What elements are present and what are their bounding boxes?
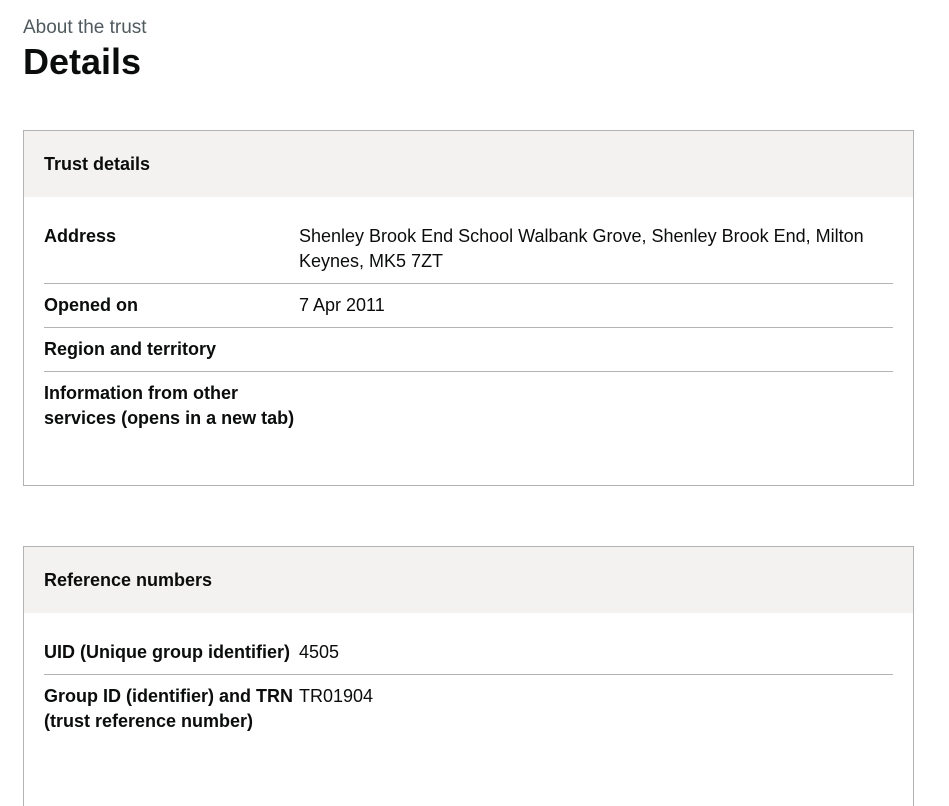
summary-value	[299, 381, 893, 431]
summary-key: Group ID (identifier) and TRN (trust ref…	[44, 686, 293, 731]
reference-numbers-list: UID (Unique group identifier) 4505 Group…	[24, 613, 913, 743]
summary-key: Region and territory	[44, 339, 217, 359]
trust-details-list: Address Shenley Brook End School Walbank…	[24, 197, 913, 440]
summary-value: 7 Apr 2011	[299, 295, 385, 315]
page-title: Details	[23, 41, 142, 82]
summary-value: TR01904	[299, 686, 374, 706]
summary-value	[299, 337, 893, 362]
summary-value: Shenley Brook End School Walbank Grove, …	[299, 226, 864, 271]
summary-row-address: Address Shenley Brook End School Walbank…	[44, 197, 893, 284]
summary-key: Opened on	[44, 295, 138, 315]
reference-numbers-heading: Reference numbers	[24, 547, 913, 613]
summary-row-other-services: Information from other services (opens i…	[44, 372, 893, 440]
summary-key: UID (Unique group identifier)	[44, 642, 290, 662]
summary-row-group-id: Group ID (identifier) and TRN (trust ref…	[44, 675, 893, 743]
page-caption: About the trust	[23, 17, 147, 38]
summary-key: Information from other services (opens i…	[44, 383, 295, 428]
summary-key: Address	[44, 226, 117, 246]
summary-value: 4505	[299, 642, 340, 662]
summary-row-uid: UID (Unique group identifier) 4505	[44, 613, 893, 675]
summary-row-opened-on: Opened on 7 Apr 2011	[44, 284, 893, 328]
trust-details-card: Trust details Address Shenley Brook End …	[23, 130, 914, 486]
summary-row-region: Region and territory	[44, 328, 893, 372]
trust-details-heading: Trust details	[24, 131, 913, 197]
reference-numbers-card: Reference numbers UID (Unique group iden…	[23, 546, 914, 806]
